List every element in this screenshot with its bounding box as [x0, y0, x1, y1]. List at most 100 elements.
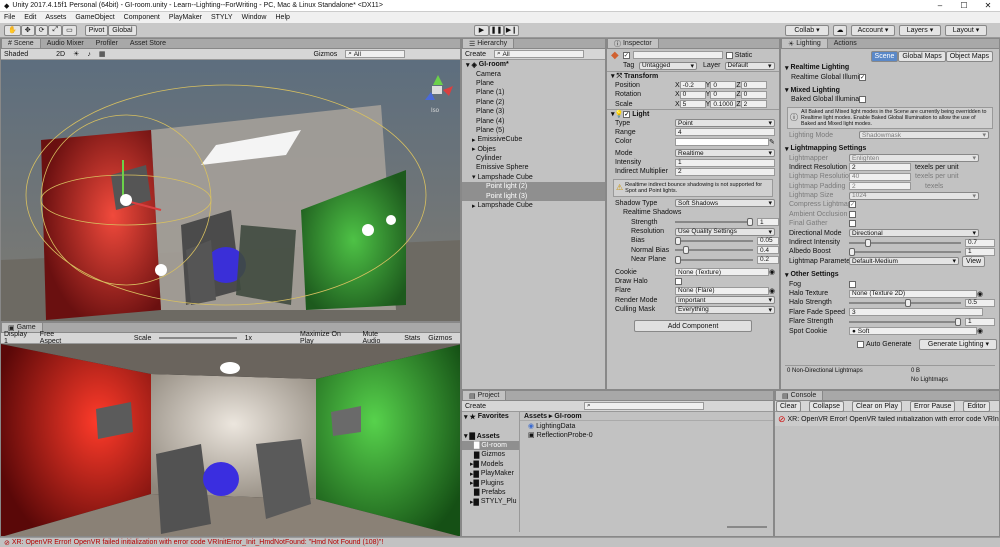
icon-size-slider[interactable]: [727, 526, 767, 528]
flare-field[interactable]: None (Flare): [675, 286, 769, 295]
position-z-field[interactable]: 0: [740, 81, 767, 90]
close-icon[interactable]: ✕: [976, 1, 1000, 10]
lightmapping-header[interactable]: ▾ Lightmapping Settings: [781, 144, 999, 153]
list-item[interactable]: Plane (5): [462, 126, 605, 135]
ao-checkbox[interactable]: [849, 210, 856, 218]
list-item[interactable]: Plane (3): [462, 107, 605, 116]
rect-tool-icon[interactable]: ▭: [62, 24, 77, 36]
draw-halo-checkbox[interactable]: [675, 278, 682, 285]
fog-checkbox[interactable]: [849, 280, 856, 288]
collab-button[interactable]: Collab ▾: [785, 24, 829, 36]
halo-texture-field[interactable]: None (Texture 2D): [849, 289, 977, 298]
console-entry[interactable]: ⊘ XR: OpenVR Error! OpenVR failed initia…: [775, 412, 999, 426]
halo-strength-knob[interactable]: [905, 298, 911, 307]
move-tool-icon[interactable]: ✥: [20, 24, 35, 36]
effects-toggle-icon[interactable]: ▦: [99, 50, 106, 58]
mute-audio-toggle[interactable]: Mute Audio: [362, 331, 396, 345]
display-dropdown[interactable]: Display 1: [4, 331, 32, 345]
layer-dropdown[interactable]: Default: [724, 61, 775, 70]
near-plane-knob[interactable]: [675, 255, 681, 264]
tab-actions[interactable]: Actions: [828, 39, 863, 48]
compress-checkbox[interactable]: ✓: [849, 201, 856, 209]
layout-button[interactable]: Layout ▾: [945, 24, 987, 36]
subtab-global-maps[interactable]: Global Maps: [898, 50, 946, 62]
strength-field[interactable]: 1: [757, 218, 779, 227]
tab-profiler[interactable]: Profiler: [90, 39, 124, 48]
rotation-x-field[interactable]: 0: [679, 90, 706, 99]
list-item[interactable]: ▸ Lampshade Cube: [462, 201, 605, 210]
tag-dropdown[interactable]: Untagged: [639, 61, 697, 70]
near-plane-slider[interactable]: [675, 255, 753, 264]
file-item[interactable]: ▣ ReflectionProbe-0: [520, 431, 773, 440]
account-button[interactable]: Account ▾: [851, 24, 895, 36]
folder-item[interactable]: ▸▇ STYLY_Plu: [462, 497, 519, 506]
list-item[interactable]: Plane (4): [462, 116, 605, 125]
flare-strength-field[interactable]: 1: [965, 317, 995, 326]
tab-lighting[interactable]: ☀ Lighting: [781, 39, 828, 48]
menu-playmaker[interactable]: PlayMaker: [169, 14, 202, 21]
hand-tool-icon[interactable]: ✋: [4, 24, 21, 36]
list-item[interactable]: Emissive Sphere: [462, 163, 605, 172]
indirect-res-field[interactable]: 2: [849, 163, 911, 172]
folder-item[interactable]: ▸▇ Plugins: [462, 478, 519, 488]
list-item[interactable]: ▸ EmissiveCube: [462, 135, 605, 144]
console-clear-on-play-button[interactable]: Clear on Play: [851, 400, 903, 412]
lightmapper-dropdown[interactable]: Enlighten: [849, 154, 979, 163]
bias-field[interactable]: 0.05: [757, 236, 779, 245]
transform-header[interactable]: ▾ ⤧ Transform: [607, 71, 779, 80]
bias-knob[interactable]: [675, 236, 681, 245]
type-dropdown[interactable]: Point: [675, 119, 775, 128]
menu-edit[interactable]: Edit: [24, 14, 36, 21]
2d-toggle[interactable]: 2D: [56, 51, 65, 58]
lighting-toggle-icon[interactable]: ☀: [73, 50, 79, 58]
scale-slider[interactable]: [159, 337, 237, 339]
console-error-pause-button[interactable]: Error Pause: [910, 400, 956, 412]
menu-file[interactable]: File: [4, 14, 15, 21]
scene-root-item[interactable]: ▾ ◈ GI-room*: [462, 60, 605, 69]
lightmap-size-dropdown[interactable]: 1024: [849, 191, 979, 200]
active-checkbox[interactable]: ✓: [622, 51, 630, 59]
lightmap-res-field[interactable]: 40: [849, 172, 911, 181]
minimize-icon[interactable]: –: [928, 1, 952, 10]
project-create-button[interactable]: Create: [465, 403, 486, 410]
menu-assets[interactable]: Assets: [45, 14, 66, 21]
rotation-z-field[interactable]: 0: [740, 90, 767, 99]
auto-generate-checkbox[interactable]: [857, 340, 864, 348]
global-button[interactable]: Global: [108, 24, 137, 36]
spot-cookie-field[interactable]: ● Soft: [849, 327, 977, 336]
flare-speed-field[interactable]: 3: [849, 308, 983, 317]
albedo-field[interactable]: 1: [965, 247, 995, 256]
folder-item[interactable]: ▇ Prefabs: [462, 488, 519, 497]
color-swatch[interactable]: [675, 137, 769, 146]
console-collapse-button[interactable]: Collapse: [808, 400, 844, 412]
play-button[interactable]: ▶: [474, 24, 489, 36]
list-item[interactable]: Plane (1): [462, 88, 605, 97]
normal-bias-slider[interactable]: [675, 246, 753, 255]
params-dropdown[interactable]: Default-Medium: [849, 257, 959, 266]
list-item[interactable]: Camera: [462, 69, 605, 78]
bias-slider[interactable]: [675, 236, 753, 245]
audio-toggle-icon[interactable]: ♪: [87, 51, 91, 58]
list-item-selected[interactable]: Point light (2): [462, 182, 605, 192]
gizmos-dropdown[interactable]: Gizmos: [314, 51, 338, 58]
tab-console[interactable]: ▤ Console: [775, 391, 824, 400]
position-x-field[interactable]: -0.2: [679, 81, 706, 90]
menu-component[interactable]: Component: [124, 14, 160, 21]
tab-scene[interactable]: # Scene: [1, 39, 41, 48]
subtab-object-maps[interactable]: Object Maps: [945, 50, 993, 62]
scene-viewport[interactable]: Iso: [1, 60, 461, 322]
resolution-dropdown[interactable]: Use Quality Settings: [675, 227, 775, 236]
tab-audio-mixer[interactable]: Audio Mixer: [41, 39, 90, 48]
folder-item-selected[interactable]: ▇ GI-room: [462, 440, 519, 451]
light-enabled-checkbox[interactable]: ✓: [623, 110, 631, 118]
directional-dropdown[interactable]: Directional: [849, 229, 979, 238]
scale-y-field[interactable]: 0.1000: [710, 100, 737, 109]
padding-field[interactable]: 2: [849, 182, 911, 191]
scale-tool-icon[interactable]: ⤢: [48, 24, 63, 36]
object-name-field[interactable]: [632, 51, 723, 59]
file-item[interactable]: ◉ LightingData: [520, 421, 773, 431]
albedo-knob[interactable]: [849, 247, 855, 256]
scene-search-input[interactable]: ⌕ All: [345, 50, 406, 58]
folder-item[interactable]: ▸▇ Models: [462, 460, 519, 469]
halo-strength-slider[interactable]: [849, 298, 961, 307]
